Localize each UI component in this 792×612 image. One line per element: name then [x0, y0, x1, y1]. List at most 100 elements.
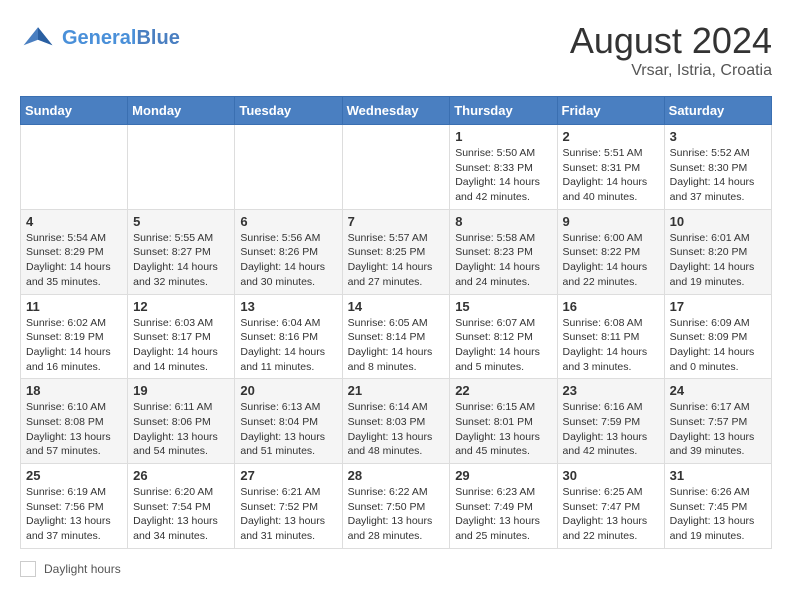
calendar-cell: 1 Sunrise: 5:50 AM Sunset: 8:33 PM Daylig…	[450, 125, 557, 210]
day-info: Sunrise: 6:11 AM Sunset: 8:06 PM Dayligh…	[133, 400, 229, 459]
logo-general: General	[62, 27, 136, 49]
logo-icon	[20, 20, 56, 56]
calendar-cell: 6 Sunrise: 5:56 AM Sunset: 8:26 PM Daylig…	[235, 209, 342, 294]
calendar-cell: 15 Sunrise: 6:07 AM Sunset: 8:12 PM Dayli…	[450, 294, 557, 379]
day-number: 3	[670, 129, 766, 144]
day-info: Sunrise: 6:04 AM Sunset: 8:16 PM Dayligh…	[240, 316, 336, 375]
calendar-week-row: 1 Sunrise: 5:50 AM Sunset: 8:33 PM Daylig…	[21, 125, 772, 210]
calendar-cell: 26Sunrise: 6:20 AM Sunset: 7:54 PM Dayli…	[128, 464, 235, 549]
calendar-cell: 14Sunrise: 6:05 AM Sunset: 8:14 PM Dayli…	[342, 294, 450, 379]
day-info: Sunrise: 5:55 AM Sunset: 8:27 PM Dayligh…	[133, 231, 229, 290]
day-number: 19	[133, 383, 229, 398]
day-number: 31	[670, 468, 766, 483]
day-info: Sunrise: 6:03 AM Sunset: 8:17 PM Dayligh…	[133, 316, 229, 375]
day-number: 23	[563, 383, 659, 398]
day-info: Sunrise: 6:10 AM Sunset: 8:08 PM Dayligh…	[26, 400, 122, 459]
calendar-cell: 21 Sunrise: 6:14 AM Sunset: 8:03 PM Dayli…	[342, 379, 450, 464]
day-number: 11	[26, 299, 122, 314]
day-number: 21	[348, 383, 445, 398]
day-number: 26	[133, 468, 229, 483]
calendar-week-row: 11 Sunrise: 6:02 AM Sunset: 8:19 PM Dayli…	[21, 294, 772, 379]
calendar-cell: 22 Sunrise: 6:15 AM Sunset: 8:01 PM Dayli…	[450, 379, 557, 464]
day-number: 1	[455, 129, 551, 144]
calendar-cell: 2Sunrise: 5:51 AM Sunset: 8:31 PM Daylig…	[557, 125, 664, 210]
day-info: Sunrise: 6:01 AM Sunset: 8:20 PM Dayligh…	[670, 231, 766, 290]
calendar-cell: 3 Sunrise: 5:52 AM Sunset: 8:30 PM Daylig…	[664, 125, 771, 210]
day-info: Sunrise: 5:56 AM Sunset: 8:26 PM Dayligh…	[240, 231, 336, 290]
day-info: Sunrise: 5:57 AM Sunset: 8:25 PM Dayligh…	[348, 231, 445, 290]
logo-text: GeneralBlue	[62, 27, 180, 49]
day-info: Sunrise: 5:50 AM Sunset: 8:33 PM Dayligh…	[455, 146, 551, 205]
day-number: 22	[455, 383, 551, 398]
day-number: 15	[455, 299, 551, 314]
calendar-cell: 27Sunrise: 6:21 AM Sunset: 7:52 PM Dayli…	[235, 464, 342, 549]
day-info: Sunrise: 5:58 AM Sunset: 8:23 PM Dayligh…	[455, 231, 551, 290]
calendar-cell: 31Sunrise: 6:26 AM Sunset: 7:45 PM Dayli…	[664, 464, 771, 549]
calendar-cell: 13Sunrise: 6:04 AM Sunset: 8:16 PM Dayli…	[235, 294, 342, 379]
day-number: 8	[455, 214, 551, 229]
day-number: 28	[348, 468, 445, 483]
calendar-cell	[21, 125, 128, 210]
day-info: Sunrise: 5:52 AM Sunset: 8:30 PM Dayligh…	[670, 146, 766, 205]
day-number: 25	[26, 468, 122, 483]
day-number: 4	[26, 214, 122, 229]
calendar-week-row: 4 Sunrise: 5:54 AM Sunset: 8:29 PM Daylig…	[21, 209, 772, 294]
calendar-cell: 7Sunrise: 5:57 AM Sunset: 8:25 PM Daylig…	[342, 209, 450, 294]
day-number: 5	[133, 214, 229, 229]
day-number: 20	[240, 383, 336, 398]
day-number: 18	[26, 383, 122, 398]
calendar-cell: 29Sunrise: 6:23 AM Sunset: 7:49 PM Dayli…	[450, 464, 557, 549]
calendar-cell: 9 Sunrise: 6:00 AM Sunset: 8:22 PM Daylig…	[557, 209, 664, 294]
day-number: 16	[563, 299, 659, 314]
day-number: 17	[670, 299, 766, 314]
calendar-cell	[342, 125, 450, 210]
day-number: 6	[240, 214, 336, 229]
day-info: Sunrise: 6:21 AM Sunset: 7:52 PM Dayligh…	[240, 485, 336, 544]
day-info: Sunrise: 5:51 AM Sunset: 8:31 PM Dayligh…	[563, 146, 659, 205]
day-info: Sunrise: 6:15 AM Sunset: 8:01 PM Dayligh…	[455, 400, 551, 459]
day-info: Sunrise: 6:22 AM Sunset: 7:50 PM Dayligh…	[348, 485, 445, 544]
calendar-day-header: Saturday	[664, 97, 771, 125]
calendar-cell: 12Sunrise: 6:03 AM Sunset: 8:17 PM Dayli…	[128, 294, 235, 379]
calendar-week-row: 25 Sunrise: 6:19 AM Sunset: 7:56 PM Dayli…	[21, 464, 772, 549]
logo: GeneralBlue	[20, 20, 180, 56]
day-info: Sunrise: 6:02 AM Sunset: 8:19 PM Dayligh…	[26, 316, 122, 375]
calendar-cell: 11 Sunrise: 6:02 AM Sunset: 8:19 PM Dayli…	[21, 294, 128, 379]
day-info: Sunrise: 6:07 AM Sunset: 8:12 PM Dayligh…	[455, 316, 551, 375]
month-title: August 2024	[570, 20, 772, 62]
day-info: Sunrise: 6:09 AM Sunset: 8:09 PM Dayligh…	[670, 316, 766, 375]
day-number: 29	[455, 468, 551, 483]
day-info: Sunrise: 6:05 AM Sunset: 8:14 PM Dayligh…	[348, 316, 445, 375]
page-header: GeneralBlue August 2024 Vrsar, Istria, C…	[20, 20, 772, 80]
day-info: Sunrise: 6:16 AM Sunset: 7:59 PM Dayligh…	[563, 400, 659, 459]
calendar-day-header: Sunday	[21, 97, 128, 125]
calendar-cell: 8 Sunrise: 5:58 AM Sunset: 8:23 PM Daylig…	[450, 209, 557, 294]
location-title: Vrsar, Istria, Croatia	[570, 62, 772, 80]
calendar-day-header: Thursday	[450, 97, 557, 125]
calendar-day-header: Tuesday	[235, 97, 342, 125]
calendar-footer: Daylight hours	[20, 561, 772, 577]
day-info: Sunrise: 6:19 AM Sunset: 7:56 PM Dayligh…	[26, 485, 122, 544]
calendar-cell: 17 Sunrise: 6:09 AM Sunset: 8:09 PM Dayli…	[664, 294, 771, 379]
calendar-cell	[235, 125, 342, 210]
day-info: Sunrise: 6:17 AM Sunset: 7:57 PM Dayligh…	[670, 400, 766, 459]
calendar-cell: 28 Sunrise: 6:22 AM Sunset: 7:50 PM Dayli…	[342, 464, 450, 549]
calendar-cell: 4 Sunrise: 5:54 AM Sunset: 8:29 PM Daylig…	[21, 209, 128, 294]
day-number: 9	[563, 214, 659, 229]
calendar-cell: 19 Sunrise: 6:11 AM Sunset: 8:06 PM Dayli…	[128, 379, 235, 464]
day-info: Sunrise: 6:00 AM Sunset: 8:22 PM Dayligh…	[563, 231, 659, 290]
daylight-box-icon	[20, 561, 36, 577]
calendar-cell: 18 Sunrise: 6:10 AM Sunset: 8:08 PM Dayli…	[21, 379, 128, 464]
day-info: Sunrise: 5:54 AM Sunset: 8:29 PM Dayligh…	[26, 231, 122, 290]
calendar-cell: 24Sunrise: 6:17 AM Sunset: 7:57 PM Dayli…	[664, 379, 771, 464]
calendar-table: SundayMondayTuesdayWednesdayThursdayFrid…	[20, 96, 772, 549]
calendar-day-header: Monday	[128, 97, 235, 125]
day-info: Sunrise: 6:14 AM Sunset: 8:03 PM Dayligh…	[348, 400, 445, 459]
calendar-cell: 10Sunrise: 6:01 AM Sunset: 8:20 PM Dayli…	[664, 209, 771, 294]
calendar-cell: 20Sunrise: 6:13 AM Sunset: 8:04 PM Dayli…	[235, 379, 342, 464]
title-block: August 2024 Vrsar, Istria, Croatia	[570, 20, 772, 80]
calendar-cell: 30Sunrise: 6:25 AM Sunset: 7:47 PM Dayli…	[557, 464, 664, 549]
logo-blue: Blue	[136, 27, 179, 49]
day-info: Sunrise: 6:08 AM Sunset: 8:11 PM Dayligh…	[563, 316, 659, 375]
calendar-cell: 5 Sunrise: 5:55 AM Sunset: 8:27 PM Daylig…	[128, 209, 235, 294]
